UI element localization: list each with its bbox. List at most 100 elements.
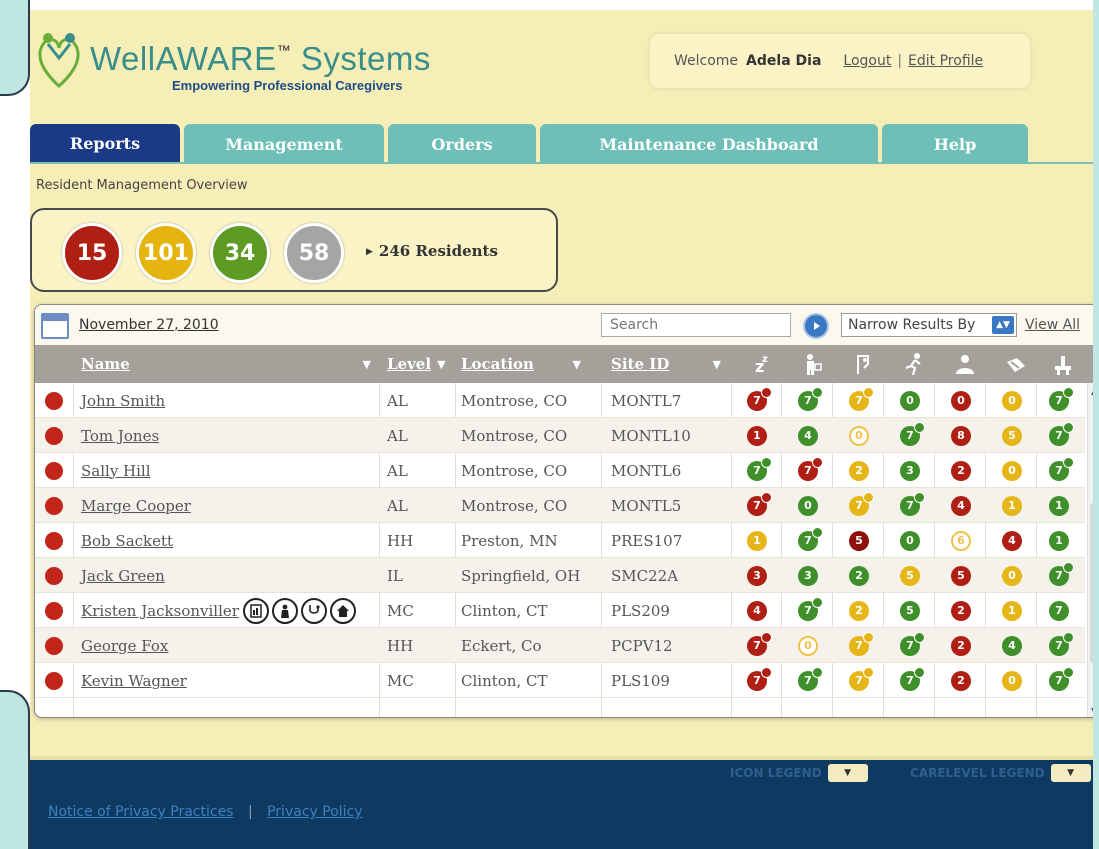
bathroom-status-icon[interactable]: 0 xyxy=(849,418,869,453)
resident-name-link[interactable]: Kristen Jacksonviller xyxy=(81,602,239,620)
home-icon[interactable] xyxy=(329,597,356,624)
sleep-icon[interactable]: zz xyxy=(741,345,781,383)
scroll-thumb[interactable] xyxy=(1090,503,1093,663)
meals-status-icon[interactable]: 0 xyxy=(1002,453,1022,488)
activity-status-icon[interactable]: 4 xyxy=(798,418,818,453)
scroll-down-icon[interactable]: ▼ xyxy=(1091,706,1093,715)
carelevel-legend-toggle[interactable]: CARELEVEL LEGEND ▼ xyxy=(910,764,1091,782)
logo[interactable]: WellAWARE™ Systems Empowering Profession… xyxy=(34,20,474,100)
search-go-button[interactable] xyxy=(803,313,829,339)
caregiver-status-icon[interactable]: 4 xyxy=(951,488,971,523)
sort-caret-icon[interactable]: ▼ xyxy=(573,358,581,371)
sort-caret-icon[interactable]: ▼ xyxy=(713,358,721,371)
movement-status-icon[interactable]: 7 xyxy=(900,628,925,663)
visit-status-icon[interactable]: 7 xyxy=(1049,418,1074,453)
meals-status-icon[interactable]: 1 xyxy=(1002,488,1022,523)
activity-icon[interactable] xyxy=(792,345,832,383)
bathroom-status-icon[interactable]: 2 xyxy=(849,593,869,628)
visit-status-icon[interactable]: 1 xyxy=(1049,488,1069,523)
logout-link[interactable]: Logout xyxy=(843,53,891,69)
scroll-up-icon[interactable]: ▲ xyxy=(1091,387,1093,396)
activity-status-icon[interactable]: 7 xyxy=(798,523,823,558)
privacy-policy-link[interactable]: Privacy Policy xyxy=(267,804,362,820)
sleep-status-icon[interactable]: 7 xyxy=(747,488,772,523)
edit-profile-link[interactable]: Edit Profile xyxy=(908,53,983,69)
yellow-count-badge[interactable]: 101 xyxy=(136,223,196,283)
bathroom-icon[interactable] xyxy=(843,345,883,383)
caregiver-icon[interactable] xyxy=(945,345,985,383)
activity-status-icon[interactable]: 7 xyxy=(798,593,823,628)
table-scrollbar[interactable]: ▲ ▼ xyxy=(1087,383,1093,717)
person-icon[interactable] xyxy=(271,597,298,624)
resident-name-link[interactable]: John Smith xyxy=(81,383,165,418)
resident-name-link[interactable]: Jack Green xyxy=(81,558,165,593)
movement-status-icon[interactable]: 3 xyxy=(900,453,920,488)
table-row[interactable]: George Fox HH Eckert, Co PCPV12 7 0 7 7 … xyxy=(35,628,1085,663)
caregiver-status-icon[interactable]: 2 xyxy=(951,663,971,698)
resident-name-link[interactable]: Sally Hill xyxy=(81,453,151,488)
stethoscope-icon[interactable] xyxy=(300,597,327,624)
tab-reports[interactable]: Reports xyxy=(30,124,180,162)
caregiver-status-icon[interactable]: 5 xyxy=(951,558,971,593)
tab-help[interactable]: Help xyxy=(882,124,1028,164)
meals-icon[interactable] xyxy=(996,345,1036,383)
search-input[interactable] xyxy=(601,313,791,337)
activity-status-icon[interactable]: 7 xyxy=(798,453,823,488)
bathroom-status-icon[interactable]: 5 xyxy=(849,523,869,558)
tab-maintenance-dashboard[interactable]: Maintenance Dashboard xyxy=(540,124,878,164)
green-count-badge[interactable]: 34 xyxy=(210,223,270,283)
site-id-column-header[interactable]: Site ID ▼ xyxy=(611,345,721,383)
visit-status-icon[interactable]: 7 xyxy=(1049,383,1074,418)
table-row[interactable]: Tom Jones AL Montrose, CO MONTL10 1 4 0 … xyxy=(35,418,1085,453)
gray-count-badge[interactable]: 58 xyxy=(284,223,344,283)
caregiver-status-icon[interactable]: 2 xyxy=(951,628,971,663)
meals-status-icon[interactable]: 4 xyxy=(1002,523,1022,558)
caregiver-status-icon[interactable]: 0 xyxy=(951,383,971,418)
bathroom-status-icon[interactable]: 2 xyxy=(849,558,869,593)
bathroom-status-icon[interactable]: 7 xyxy=(849,383,874,418)
sleep-status-icon[interactable]: 4 xyxy=(747,593,767,628)
activity-status-icon[interactable]: 7 xyxy=(798,383,823,418)
visit-status-icon[interactable]: 7 xyxy=(1049,453,1074,488)
activity-status-icon[interactable]: 3 xyxy=(798,558,818,593)
resident-name-link[interactable]: George Fox xyxy=(81,628,168,663)
meals-status-icon[interactable]: 0 xyxy=(1002,663,1022,698)
meals-status-icon[interactable]: 0 xyxy=(1002,558,1022,593)
movement-status-icon[interactable]: 5 xyxy=(900,593,920,628)
bathroom-status-icon[interactable]: 7 xyxy=(849,488,874,523)
sleep-status-icon[interactable]: 7 xyxy=(747,663,772,698)
meals-status-icon[interactable]: 4 xyxy=(1002,628,1022,663)
sort-caret-icon[interactable]: ▼ xyxy=(363,358,371,371)
sleep-status-icon[interactable]: 7 xyxy=(747,628,772,663)
meals-status-icon[interactable]: 0 xyxy=(1002,383,1022,418)
tab-management[interactable]: Management xyxy=(184,124,384,164)
icon-legend-toggle[interactable]: ICON LEGEND ▼ xyxy=(730,764,868,782)
visit-icon[interactable] xyxy=(1043,345,1083,383)
name-column-header[interactable]: Name ▼ xyxy=(81,345,371,383)
calendar-icon[interactable] xyxy=(41,313,69,339)
sleep-status-icon[interactable]: 7 xyxy=(747,383,772,418)
movement-status-icon[interactable]: 0 xyxy=(900,523,920,558)
table-row[interactable]: Sally Hill AL Montrose, CO MONTL6 7 7 2 … xyxy=(35,453,1085,488)
sleep-status-icon[interactable]: 3 xyxy=(747,558,767,593)
chevron-down-icon[interactable]: ▼ xyxy=(827,764,868,782)
resident-name-link[interactable]: Tom Jones xyxy=(81,418,159,453)
report-icon[interactable] xyxy=(242,597,269,624)
activity-status-icon[interactable]: 0 xyxy=(798,628,818,663)
resident-name-link[interactable]: Kevin Wagner xyxy=(81,663,187,698)
sleep-status-icon[interactable]: 1 xyxy=(747,418,767,453)
movement-status-icon[interactable]: 0 xyxy=(900,383,920,418)
bathroom-status-icon[interactable]: 2 xyxy=(849,453,869,488)
meals-status-icon[interactable]: 5 xyxy=(1002,418,1022,453)
location-column-header[interactable]: Location ▼ xyxy=(461,345,581,383)
caregiver-status-icon[interactable]: 2 xyxy=(951,593,971,628)
table-row[interactable]: John Smith AL Montrose, CO MONTL7 7 7 7 … xyxy=(35,383,1085,418)
chevron-down-icon[interactable]: ▼ xyxy=(1050,764,1091,782)
report-date[interactable]: November 27, 2010 xyxy=(79,317,219,333)
privacy-notice-link[interactable]: Notice of Privacy Practices xyxy=(48,804,233,820)
sort-caret-icon[interactable]: ▼ xyxy=(437,358,445,371)
caregiver-status-icon[interactable]: 2 xyxy=(951,453,971,488)
caregiver-status-icon[interactable]: 8 xyxy=(951,418,971,453)
sleep-status-icon[interactable]: 1 xyxy=(747,523,767,558)
visit-status-icon[interactable]: 7 xyxy=(1049,593,1069,628)
